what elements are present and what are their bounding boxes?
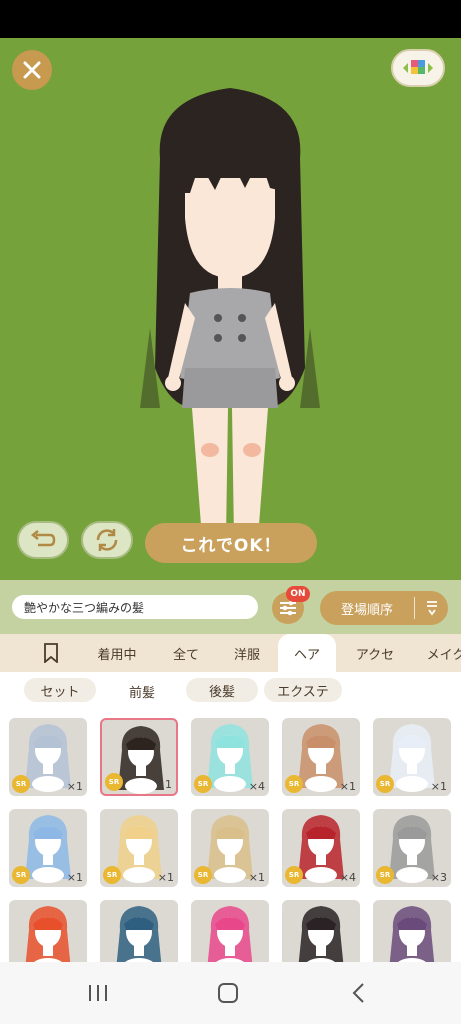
- rarity-badge: SR: [285, 775, 303, 793]
- item-quantity: ×4: [339, 871, 356, 884]
- hair-item[interactable]: SR ×4: [282, 809, 360, 887]
- sort-label: 登場順序: [340, 602, 393, 618]
- hair-item[interactable]: [373, 900, 451, 962]
- hair-item[interactable]: [282, 900, 360, 962]
- close-icon: [23, 61, 41, 79]
- back-icon: [352, 983, 364, 1003]
- item-grid: SR ×1 SR ×1 SR ×4 SR ×1 SR ×1 SR ×1 SR ×1 SR ×1 SR ×4 SR ×3: [0, 708, 461, 962]
- filter-on-badge: ON: [286, 586, 310, 602]
- hair-preview-icon: [389, 906, 435, 962]
- hair-item[interactable]: SR ×1: [100, 718, 178, 796]
- item-name-field[interactable]: [12, 595, 258, 619]
- rarity-badge: SR: [376, 775, 394, 793]
- rarity-badge: SR: [12, 775, 30, 793]
- sort-order-icon[interactable]: [415, 600, 448, 616]
- hair-item[interactable]: SR ×1: [100, 809, 178, 887]
- hair-item[interactable]: SR ×1: [9, 718, 87, 796]
- category-tabs: 着用中 全て 洋服 ヘア アクセ メイク: [0, 634, 461, 672]
- rotate-icon: [96, 529, 118, 551]
- item-quantity: ×1: [430, 780, 447, 793]
- tab-makeup[interactable]: メイク: [416, 634, 461, 672]
- recent-apps-icon: [89, 985, 107, 1001]
- tab-all[interactable]: 全て: [158, 634, 214, 672]
- item-quantity: ×1: [339, 780, 356, 793]
- item-quantity: ×1: [66, 780, 83, 793]
- recent-apps-button[interactable]: [78, 978, 118, 1008]
- sort-button[interactable]: 登場順序: [320, 591, 448, 625]
- bookmark-tab[interactable]: [30, 634, 72, 672]
- avatar-stage: これでOK！: [0, 38, 461, 580]
- rarity-badge: SR: [194, 775, 212, 793]
- background-color-button[interactable]: [391, 49, 445, 87]
- hair-item[interactable]: SR ×3: [373, 809, 451, 887]
- rarity-badge: SR: [376, 866, 394, 884]
- subcategory-tabs: セット 前髪 後髪 エクステ: [0, 672, 461, 708]
- filter-bar: ON 登場順序: [0, 580, 461, 634]
- subtab-extension[interactable]: エクステ: [264, 678, 342, 702]
- rarity-badge: SR: [194, 866, 212, 884]
- tab-hair[interactable]: ヘア: [278, 634, 336, 672]
- background-color-icon: [403, 60, 433, 74]
- close-button[interactable]: [12, 50, 52, 90]
- hair-item[interactable]: [191, 900, 269, 962]
- hair-preview-icon: [207, 906, 253, 962]
- item-quantity: ×1: [66, 871, 83, 884]
- hair-item[interactable]: [100, 900, 178, 962]
- back-button[interactable]: [338, 978, 378, 1008]
- system-nav-bar: [0, 962, 461, 1024]
- tab-wearing[interactable]: 着用中: [86, 634, 148, 672]
- tab-clothes[interactable]: 洋服: [222, 634, 272, 672]
- hair-item[interactable]: SR ×1: [373, 718, 451, 796]
- rarity-badge: SR: [105, 773, 123, 791]
- hair-item[interactable]: [9, 900, 87, 962]
- hair-item[interactable]: SR ×4: [191, 718, 269, 796]
- confirm-button[interactable]: これでOK！: [145, 523, 317, 563]
- hair-item[interactable]: SR ×1: [282, 718, 360, 796]
- tab-accessory[interactable]: アクセ: [344, 634, 406, 672]
- hair-item[interactable]: SR ×1: [191, 809, 269, 887]
- home-button[interactable]: [208, 978, 248, 1008]
- status-bar: [0, 0, 461, 38]
- rarity-badge: SR: [12, 866, 30, 884]
- hair-preview-icon: [298, 906, 344, 962]
- subtab-front-hair[interactable]: 前髪: [102, 676, 182, 706]
- item-quantity: ×3: [430, 871, 447, 884]
- sliders-icon: [280, 600, 296, 616]
- rarity-badge: SR: [103, 866, 121, 884]
- item-quantity: ×1: [248, 871, 265, 884]
- item-quantity: ×1: [157, 871, 174, 884]
- item-quantity: ×4: [248, 780, 265, 793]
- undo-button[interactable]: [17, 521, 69, 559]
- rarity-badge: SR: [285, 866, 303, 884]
- subtab-set[interactable]: セット: [24, 678, 96, 702]
- hair-preview-icon: [25, 906, 71, 962]
- subtab-back-hair[interactable]: 後髪: [186, 678, 258, 702]
- hair-preview-icon: [116, 906, 162, 962]
- home-icon: [218, 983, 238, 1003]
- avatar-character: [140, 88, 320, 553]
- item-quantity: ×1: [155, 778, 172, 791]
- bookmark-icon: [44, 643, 58, 663]
- hair-item[interactable]: SR ×1: [9, 809, 87, 887]
- undo-icon: [30, 530, 56, 547]
- rotate-button[interactable]: [81, 521, 133, 559]
